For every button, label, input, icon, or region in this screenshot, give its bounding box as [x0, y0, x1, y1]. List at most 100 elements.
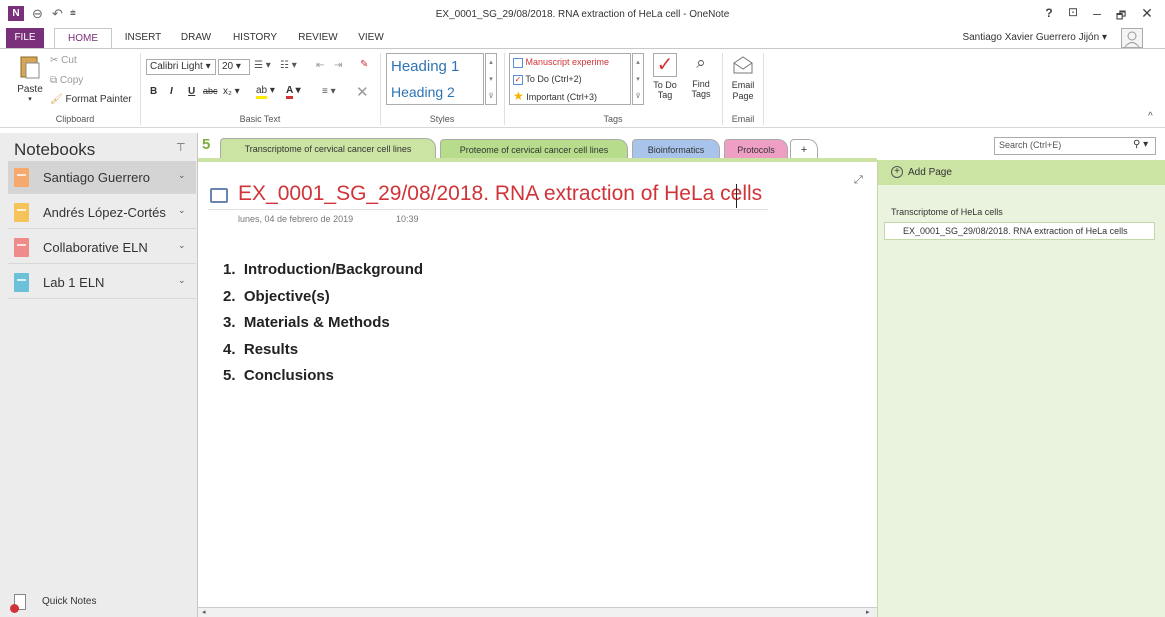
- notebook-item[interactable]: Collaborative ELN ⌄: [8, 231, 196, 264]
- help-button[interactable]: ?: [1038, 6, 1060, 20]
- tab-view[interactable]: VIEW: [350, 28, 392, 48]
- find-tags-label: Find Tags: [691, 79, 711, 99]
- tab-history[interactable]: HISTORY: [226, 28, 284, 48]
- ribbon: Paste ▾ ✂ Cut ⧉ Copy 🖌 Format Painter Cl…: [0, 48, 1165, 128]
- user-name-text: Santiago Xavier Guerrero Jijón: [962, 32, 1100, 43]
- chevron-down-icon[interactable]: ⌄: [178, 240, 186, 251]
- chevron-down-icon[interactable]: ⌄: [178, 275, 186, 286]
- subscript-button[interactable]: x₂ ▾: [223, 86, 240, 97]
- tag-todo[interactable]: ✓ To Do (Ctrl+2): [510, 71, 630, 88]
- person-icon: [1124, 31, 1140, 48]
- section-tab-bioinformatics[interactable]: Bioinformatics: [632, 139, 720, 159]
- heading1-style[interactable]: Heading 1: [391, 58, 459, 75]
- basic-text-group-label: Basic Text: [239, 114, 281, 124]
- paste-dropdown-icon: ▾: [28, 96, 32, 103]
- tab-file[interactable]: FILE: [6, 28, 44, 48]
- outline-item[interactable]: 2. Objective(s): [223, 288, 330, 305]
- tag-important[interactable]: ★ Important (Ctrl+3): [510, 88, 630, 105]
- close-button[interactable]: ✕: [1136, 5, 1158, 22]
- notebook-label: Santiago Guerrero: [43, 170, 150, 185]
- strikethrough-button[interactable]: abc: [203, 86, 218, 96]
- add-section-button[interactable]: +: [790, 139, 818, 159]
- font-color-icon[interactable]: A ▾: [286, 85, 301, 99]
- scroll-right-icon[interactable]: ▸: [866, 608, 870, 616]
- tag-manuscript[interactable]: Manuscript experime: [510, 54, 630, 71]
- highlight-icon[interactable]: ab ▾: [256, 85, 275, 99]
- notebook-label: Collaborative ELN: [43, 240, 148, 255]
- separator: [504, 53, 505, 125]
- avatar[interactable]: [1121, 28, 1143, 48]
- outline-item[interactable]: 3. Materials & Methods: [223, 314, 390, 331]
- page-title[interactable]: EX_0001_SG_29/08/2018. RNA extraction of…: [238, 182, 762, 206]
- page-list-item-selected[interactable]: EX_0001_SG_29/08/2018. RNA extraction of…: [884, 222, 1155, 240]
- bold-button[interactable]: B: [150, 86, 157, 97]
- section-group-icon[interactable]: 5: [202, 136, 210, 153]
- outline-item[interactable]: 4. Results: [223, 341, 298, 358]
- decrease-indent-icon[interactable]: ⇤: [316, 60, 324, 71]
- title-bar: N ⊖ ↶ ⩧ EX_0001_SG_29/08/2018. RNA extra…: [0, 0, 1165, 28]
- outline-item[interactable]: 1. Introduction/Background: [223, 261, 423, 278]
- increase-indent-icon[interactable]: ⇥: [334, 60, 342, 71]
- section-tab-proteome[interactable]: Proteome of cervical cancer cell lines: [440, 139, 628, 159]
- checkmark-icon: ✓: [653, 53, 677, 77]
- notebook-item[interactable]: Lab 1 ELN ⌄: [8, 266, 196, 299]
- page-canvas[interactable]: EX_0001_SG_29/08/2018. RNA extraction of…: [198, 162, 877, 608]
- heading2-style[interactable]: Heading 2: [391, 84, 455, 100]
- align-icon[interactable]: ≡ ▾: [322, 86, 336, 97]
- styles-scroll[interactable]: ▴ ▾ ⊽: [485, 53, 497, 105]
- bullets-icon[interactable]: ☰ ▾: [254, 60, 271, 71]
- search-icon[interactable]: ⚲ ▾: [1133, 139, 1148, 150]
- tag-todo-label: To Do (Ctrl+2): [525, 74, 582, 84]
- notebook-item[interactable]: Andrés López-Cortés ⌄: [8, 196, 196, 229]
- pin-icon[interactable]: ⊤: [176, 141, 186, 154]
- search-input[interactable]: Search (Ctrl+E) ⚲ ▾: [994, 137, 1156, 155]
- tags-scroll[interactable]: ▴ ▾ ⊽: [632, 53, 644, 105]
- paste-button[interactable]: Paste ▾: [15, 54, 45, 109]
- quick-notes-label: Quick Notes: [42, 596, 97, 607]
- add-page-button[interactable]: + Add Page: [878, 160, 1165, 185]
- tab-review[interactable]: REVIEW: [290, 28, 346, 48]
- format-painter-button[interactable]: 🖌 Format Painter: [50, 94, 132, 105]
- todo-tag-button[interactable]: ✓ To Do Tag: [648, 53, 682, 100]
- tab-draw[interactable]: DRAW: [172, 28, 220, 48]
- styles-gallery: Heading 1 Heading 2: [386, 53, 484, 105]
- ribbon-display-button[interactable]: ⊡: [1062, 5, 1084, 19]
- tab-insert[interactable]: INSERT: [118, 28, 168, 48]
- chevron-down-icon[interactable]: ⌄: [178, 205, 186, 216]
- collapse-ribbon-icon[interactable]: ^: [1148, 111, 1153, 122]
- scroll-left-icon[interactable]: ◂: [202, 608, 206, 616]
- quick-notes[interactable]: Quick Notes: [10, 594, 190, 614]
- italic-button[interactable]: I: [170, 86, 173, 97]
- chevron-down-icon[interactable]: ⌄: [178, 170, 186, 181]
- clear-formatting-icon[interactable]: ✎: [360, 59, 368, 70]
- email-page-button[interactable]: Email Page: [728, 53, 758, 102]
- numbering-icon[interactable]: ☷ ▾: [280, 60, 297, 71]
- notebooks-pane: Notebooks ⊤ Santiago Guerrero ⌄ Andrés L…: [0, 133, 198, 617]
- expand-icon[interactable]: ⤢: [854, 174, 863, 187]
- page-group-label[interactable]: Transcriptome of HeLa cells: [891, 207, 1003, 217]
- notebook-label: Lab 1 ELN: [43, 275, 105, 290]
- copy-button[interactable]: ⧉ Copy: [50, 75, 83, 86]
- font-size-combo[interactable]: 20 ▾: [218, 59, 250, 75]
- minimize-button[interactable]: –: [1086, 5, 1108, 21]
- tab-home[interactable]: HOME: [54, 28, 112, 49]
- find-tags-button[interactable]: ⌕ Find Tags: [686, 53, 716, 99]
- ribbon-tabs: FILE HOME INSERT DRAW HISTORY REVIEW VIE…: [0, 28, 1165, 49]
- font-size-value: 20: [222, 61, 234, 72]
- outline-text: Conclusions: [243, 367, 334, 384]
- outline-item[interactable]: 5. Conclusions: [223, 367, 334, 384]
- section-tab-protocols[interactable]: Protocols: [724, 139, 788, 159]
- title-underline: [208, 209, 768, 210]
- chevron-down-icon: ▾: [636, 76, 640, 83]
- tag-manuscript-label: Manuscript experime: [525, 57, 610, 67]
- restore-button[interactable]: 🗗: [1110, 7, 1132, 26]
- notebook-item[interactable]: Santiago Guerrero ⌄: [8, 161, 196, 194]
- font-name-combo[interactable]: Calibri Light ▾: [146, 59, 216, 75]
- cut-button[interactable]: ✂ Cut: [50, 55, 77, 66]
- font-name-value: Calibri Light: [150, 61, 203, 72]
- cut-label: Cut: [61, 55, 77, 66]
- underline-button[interactable]: U: [188, 86, 195, 97]
- horizontal-scrollbar[interactable]: ◂ ▸: [198, 607, 877, 617]
- delete-icon[interactable]: ✕: [356, 83, 369, 101]
- user-name[interactable]: Santiago Xavier Guerrero Jijón ▾: [962, 32, 1107, 43]
